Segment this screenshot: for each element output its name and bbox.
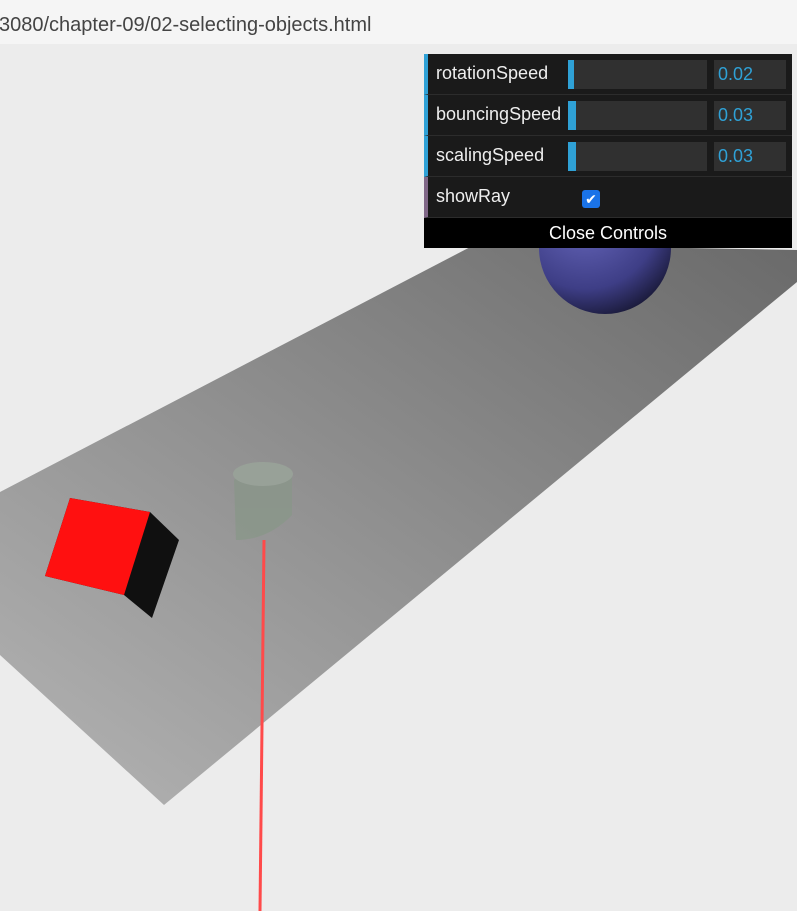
url-text[interactable]: 3080/chapter-09/02-selecting-objects.htm… — [0, 14, 371, 37]
control-row-rotation-speed: rotationSpeed 0.02 — [424, 54, 792, 95]
control-row-bouncing-speed: bouncingSpeed 0.03 — [424, 95, 792, 136]
bouncing-speed-slider[interactable] — [568, 101, 707, 130]
rotation-speed-input[interactable]: 0.02 — [714, 60, 786, 89]
address-bar[interactable]: 3080/chapter-09/02-selecting-objects.htm… — [0, 0, 797, 48]
rotation-speed-fill — [568, 60, 574, 89]
rotation-speed-label: rotationSpeed — [436, 63, 549, 83]
scaling-speed-slider[interactable] — [568, 142, 707, 171]
show-ray-label: showRay — [436, 186, 511, 206]
bouncing-speed-fill — [568, 101, 576, 130]
bouncing-speed-input[interactable]: 0.03 — [714, 101, 786, 130]
scaling-speed-label: scalingSpeed — [436, 145, 545, 165]
checkbox-checked-icon[interactable]: ✔ — [582, 190, 600, 208]
scaling-speed-input[interactable]: 0.03 — [714, 142, 786, 171]
close-controls-button[interactable]: Close Controls — [424, 218, 792, 248]
bouncing-speed-label: bouncingSpeed — [436, 104, 562, 124]
control-row-show-ray: showRay ✔ — [424, 177, 792, 218]
controls-panel: rotationSpeed 0.02 bouncingSpeed 0.03 sc… — [424, 54, 792, 248]
scaling-speed-fill — [568, 142, 576, 171]
control-row-scaling-speed: scalingSpeed 0.03 — [424, 136, 792, 177]
rotation-speed-slider[interactable] — [568, 60, 707, 89]
